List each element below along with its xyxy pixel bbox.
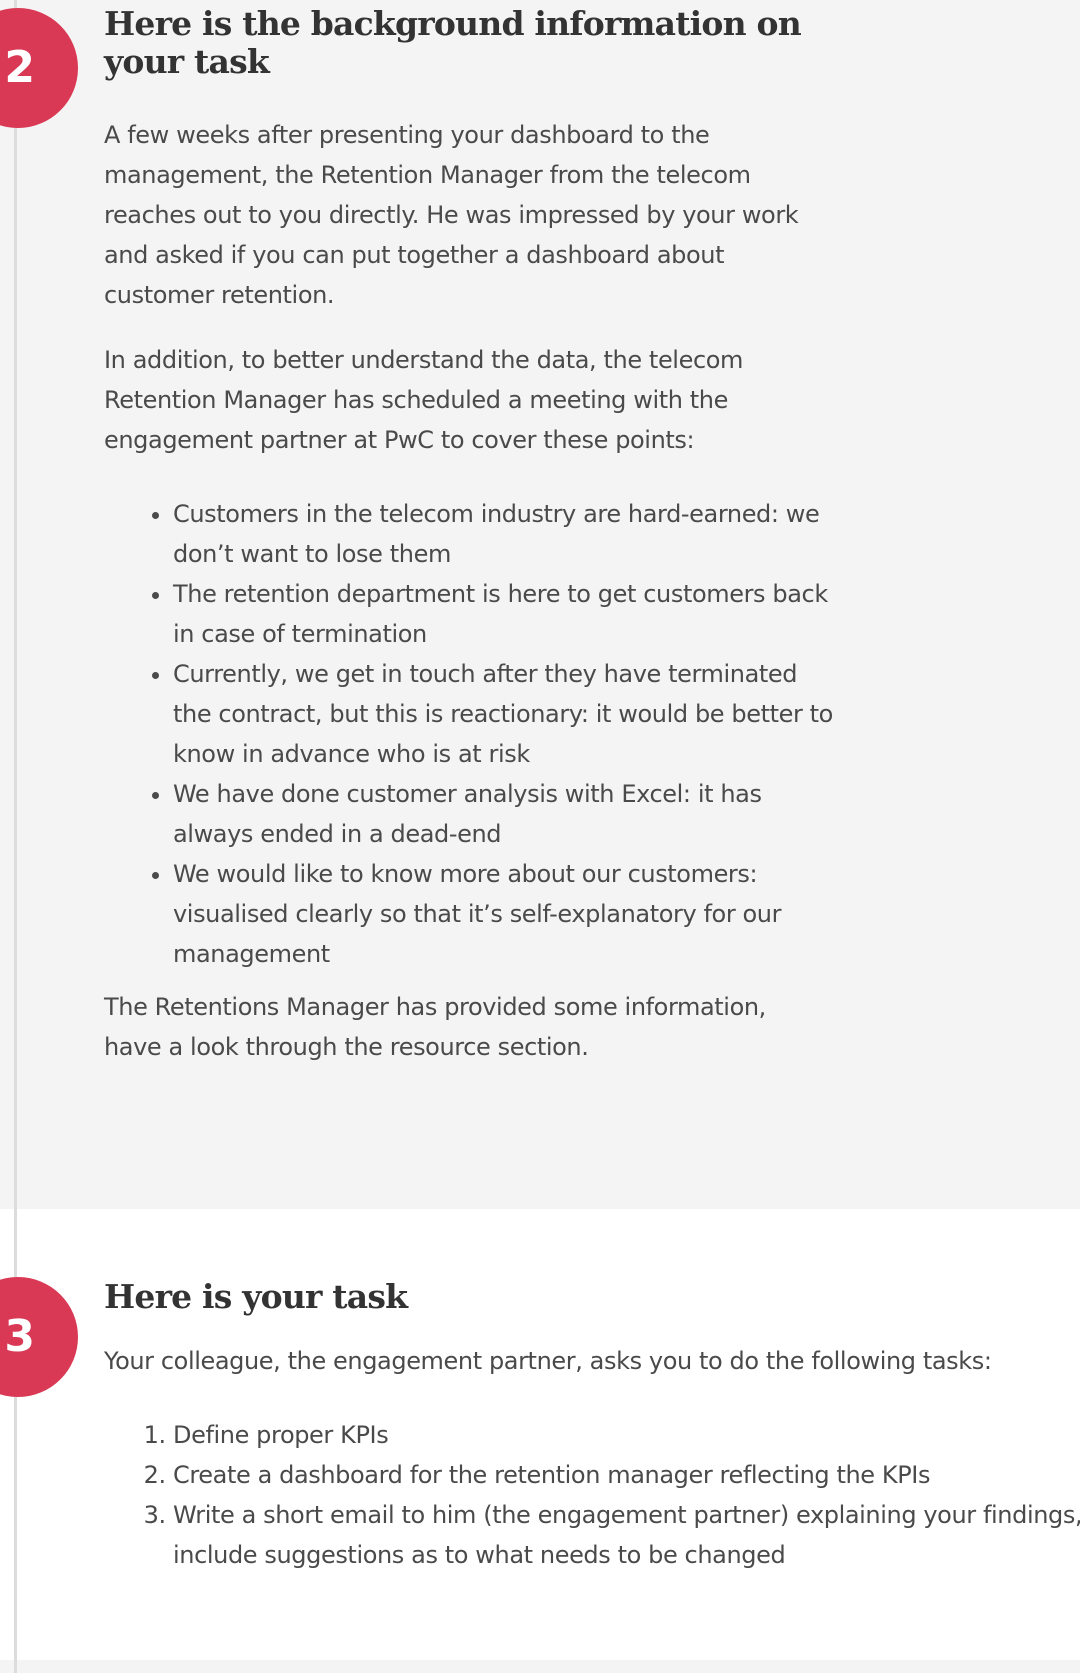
step-3-badge: 3 <box>0 1277 78 1397</box>
list-item: The retention department is here to get … <box>173 574 833 654</box>
list-item: Define proper KPIs <box>173 1415 1080 1455</box>
list-item: We have done customer analysis with Exce… <box>173 774 833 854</box>
list-item: Customers in the telecom industry are ha… <box>173 494 833 574</box>
step-2-paragraph-3: The Retentions Manager has provided some… <box>104 993 766 1061</box>
step-3-intro: Your colleague, the engagement partner, … <box>104 1347 992 1375</box>
step-2-paragraph-2: In addition, to better understand the da… <box>104 346 743 454</box>
step-3-task-list: Define proper KPIs Create a dashboard fo… <box>104 1415 1080 1575</box>
step-2-title: Here is the background information on yo… <box>104 4 802 81</box>
list-item: Write a short email to him (the engageme… <box>173 1495 1080 1575</box>
step-3-title: Here is your task <box>104 1277 408 1316</box>
list-item: We would like to know more about our cus… <box>173 854 833 974</box>
timeline-line <box>14 0 17 1673</box>
step-2-points-list: Customers in the telecom industry are ha… <box>104 494 833 974</box>
step-2-paragraph-1: A few weeks after presenting your dashbo… <box>104 121 799 309</box>
next-section-strip <box>0 1660 1080 1673</box>
step-2-badge: 2 <box>0 8 78 128</box>
list-item: Currently, we get in touch after they ha… <box>173 654 833 774</box>
list-item: Create a dashboard for the retention man… <box>173 1455 1080 1495</box>
step-3-section: 3 Here is your task Your colleague, the … <box>0 1209 1080 1660</box>
step-2-section: 2 Here is the background information on … <box>0 0 1080 1209</box>
